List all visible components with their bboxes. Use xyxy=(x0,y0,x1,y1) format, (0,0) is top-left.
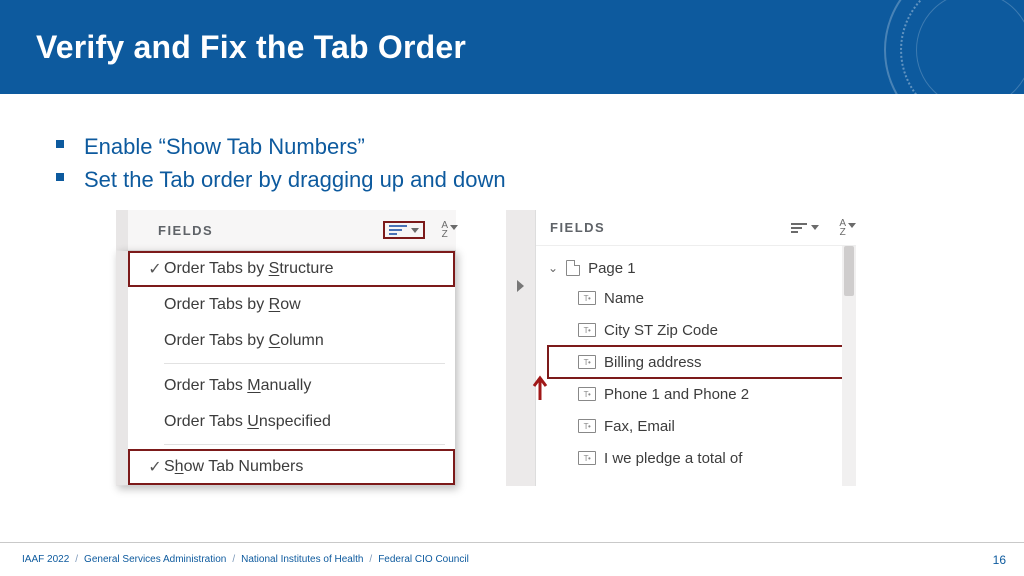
slide-footer: IAAF 2022/General Services Administratio… xyxy=(0,542,1024,576)
field-row[interactable]: T• Fax, Email xyxy=(548,410,852,442)
menu-item[interactable]: ✓Show Tab Numbers xyxy=(128,449,455,485)
menu-item[interactable]: Order Tabs by Column xyxy=(128,323,455,359)
sort-az-button[interactable]: A Z xyxy=(839,219,846,237)
field-row[interactable]: T• Billing address xyxy=(548,346,852,378)
page-icon xyxy=(566,260,580,276)
sort-az-button[interactable]: A Z xyxy=(441,221,448,239)
breadcrumb-item: IAAF 2022 xyxy=(22,554,69,565)
fields-label: FIELDS xyxy=(550,220,605,235)
breadcrumb-item: Federal CIO Council xyxy=(378,554,469,565)
field-row[interactable]: T• City ST Zip Code xyxy=(548,314,852,346)
field-row[interactable]: T• Phone 1 and Phone 2 xyxy=(548,378,852,410)
menu-item[interactable]: ✓Order Tabs by Structure xyxy=(128,251,455,287)
text-field-icon: T• xyxy=(578,323,596,337)
menu-item-label: Order Tabs by Row xyxy=(164,296,301,314)
breadcrumb-item: General Services Administration xyxy=(84,554,226,565)
page-label: Page 1 xyxy=(588,260,636,277)
caret-down-icon xyxy=(811,225,819,230)
menu-item-label: Order Tabs by Structure xyxy=(164,260,334,278)
text-field-icon: T• xyxy=(578,355,596,369)
caret-down-icon xyxy=(848,223,856,228)
text-field-icon: T• xyxy=(578,291,596,305)
caret-down-icon xyxy=(411,228,419,233)
fields-toolbar: FIELDS A Z xyxy=(536,210,856,246)
fields-label: FIELDS xyxy=(158,223,213,238)
field-label: Phone 1 and Phone 2 xyxy=(604,386,749,403)
fields-dropdown-screenshot: FIELDS A Z ✓Order Tabs by StructureOrder… xyxy=(116,210,456,486)
sort-lines-icon xyxy=(389,225,407,235)
menu-item-label: Order Tabs Manually xyxy=(164,377,311,395)
tab-order-dropdown-button[interactable] xyxy=(791,223,819,233)
fields-tree: ⌄ Page 1 T• Name T• City ST Zip Code T• Billi… xyxy=(536,246,856,474)
checkmark-icon: ✓ xyxy=(146,457,164,477)
scroll-thumb[interactable] xyxy=(844,246,854,296)
checkmark-icon: ✓ xyxy=(146,259,164,279)
expand-triangle-icon xyxy=(517,280,524,292)
field-row[interactable]: T• I we pledge a total of xyxy=(548,442,852,474)
chevron-down-icon: ⌄ xyxy=(548,261,558,275)
tab-order-dropdown-button[interactable] xyxy=(383,221,425,239)
bullet-item: Enable “Show Tab Numbers” xyxy=(56,130,980,163)
menu-item-label: Order Tabs Unspecified xyxy=(164,413,331,431)
text-field-icon: T• xyxy=(578,451,596,465)
footer-breadcrumb: IAAF 2022/General Services Administratio… xyxy=(22,554,469,565)
menu-item-label: Show Tab Numbers xyxy=(164,458,303,476)
fields-toolbar: FIELDS A Z xyxy=(116,210,456,250)
bullet-list: Enable “Show Tab Numbers” Set the Tab or… xyxy=(56,130,980,196)
seal-decoration xyxy=(884,0,1024,94)
breadcrumb-item: National Institutes of Health xyxy=(241,554,363,565)
tab-order-menu: ✓Order Tabs by StructureOrder Tabs by Ro… xyxy=(116,250,456,486)
text-field-icon: T• xyxy=(578,419,596,433)
field-label: City ST Zip Code xyxy=(604,322,718,339)
field-row[interactable]: T• Name xyxy=(548,282,852,314)
fields-tree-screenshot: FIELDS A Z ⌄ xyxy=(506,210,856,486)
menu-item-label: Order Tabs by Column xyxy=(164,332,324,350)
caret-down-icon xyxy=(450,225,458,230)
menu-item[interactable]: Order Tabs Manually xyxy=(128,368,455,404)
menu-item[interactable]: Order Tabs Unspecified xyxy=(128,404,455,440)
text-field-icon: T• xyxy=(578,387,596,401)
slide-title: Verify and Fix the Tab Order xyxy=(36,29,466,66)
menu-item[interactable]: Order Tabs by Row xyxy=(128,287,455,323)
tree-page-row[interactable]: ⌄ Page 1 xyxy=(548,254,852,282)
field-label: Name xyxy=(604,290,644,307)
sort-lines-icon xyxy=(791,223,807,233)
collapsed-sidebar[interactable] xyxy=(506,210,536,486)
bullet-item: Set the Tab order by dragging up and dow… xyxy=(56,163,980,196)
slide-body: Enable “Show Tab Numbers” Set the Tab or… xyxy=(0,94,1024,486)
slide-header: Verify and Fix the Tab Order xyxy=(0,0,1024,94)
page-number: 16 xyxy=(993,553,1006,567)
field-label: I we pledge a total of xyxy=(604,450,742,467)
drag-up-arrow-icon xyxy=(530,374,550,406)
field-label: Billing address xyxy=(604,354,702,371)
vertical-scrollbar[interactable] xyxy=(842,246,856,486)
field-label: Fax, Email xyxy=(604,418,675,435)
